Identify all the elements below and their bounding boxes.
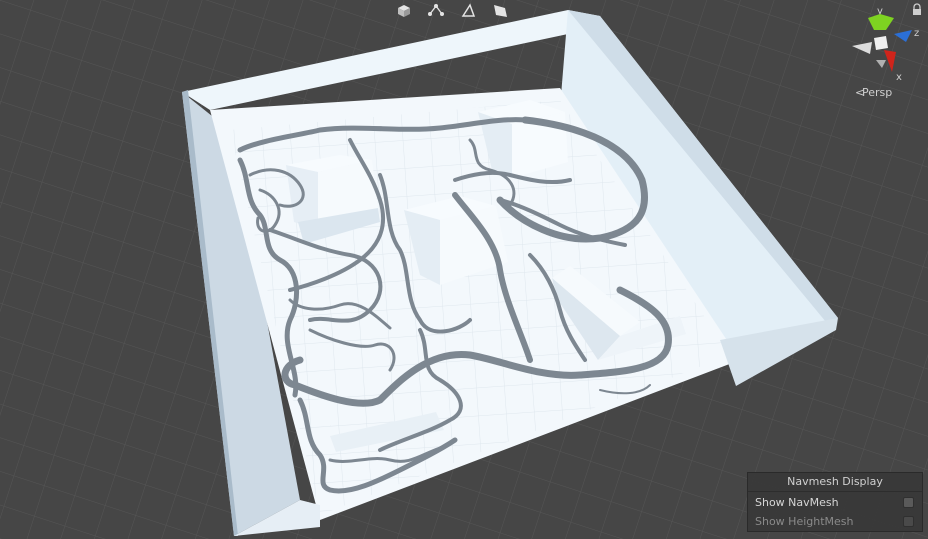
show-heightmesh-checkbox[interactable] — [903, 515, 914, 527]
gizmo-label-x: x — [896, 72, 902, 83]
scene-view[interactable]: y z x Persp < — [0, 0, 928, 539]
gizmo-label-z: z — [914, 28, 919, 39]
navmesh-panel-title: Navmesh Display — [748, 473, 922, 492]
show-navmesh-label[interactable]: Show NavMesh — [755, 496, 839, 509]
gizmo-center[interactable] — [874, 36, 888, 50]
show-navmesh-row[interactable]: Show NavMesh — [748, 493, 922, 511]
show-heightmesh-row[interactable]: Show HeightMesh — [748, 512, 922, 530]
show-navmesh-checkbox[interactable] — [903, 496, 914, 508]
gizmo-projection-label[interactable]: Persp — [862, 86, 892, 99]
projection-chevron-icon[interactable]: < — [855, 86, 864, 99]
navmesh-display-panel: Navmesh Display Show NavMesh Show Height… — [747, 472, 923, 532]
show-heightmesh-label[interactable]: Show HeightMesh — [755, 515, 854, 528]
